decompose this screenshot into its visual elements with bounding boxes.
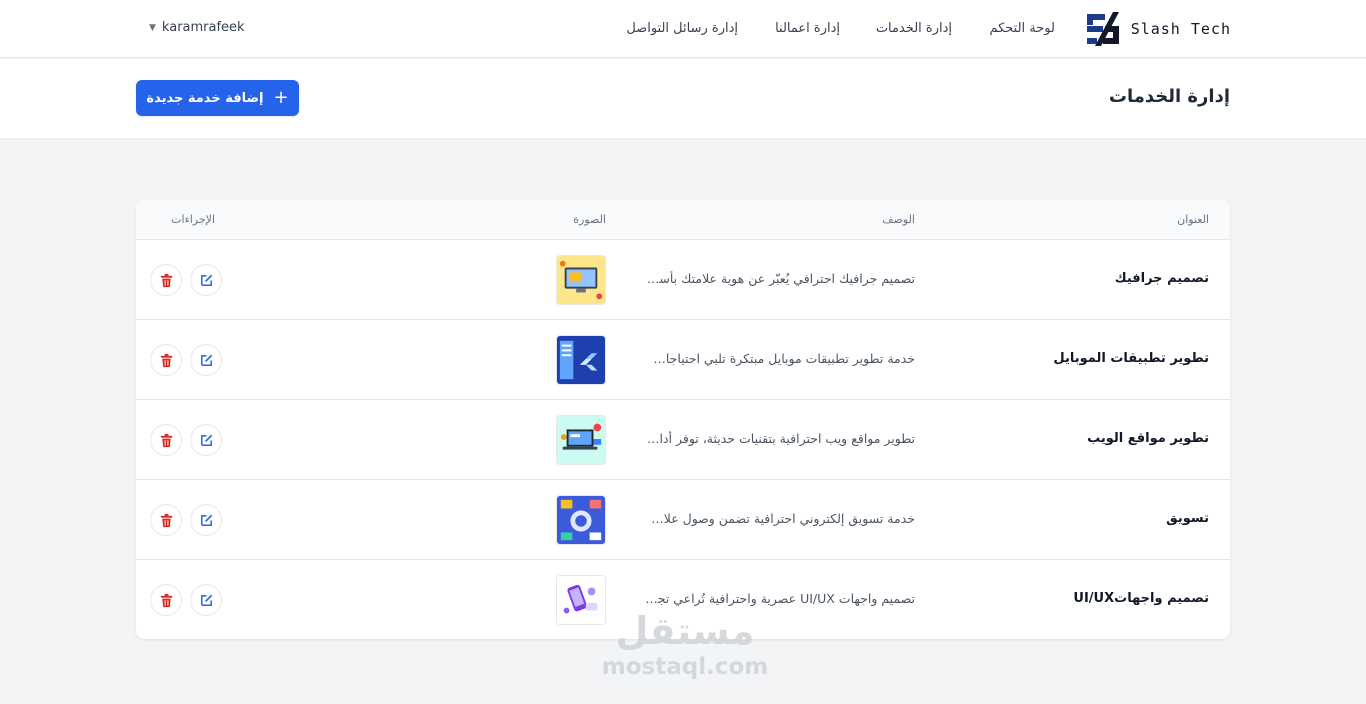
delete-button[interactable] <box>150 264 182 296</box>
trash-icon <box>160 593 172 607</box>
service-description: تصميم واجهات UI/UX عصرية واحترافية تُراع… <box>645 591 915 606</box>
column-description: الوصف <box>882 213 915 226</box>
trash-icon <box>160 513 172 527</box>
ui-ux-thumbnail <box>556 575 606 625</box>
nav-works[interactable]: إدارة اعمالنا <box>775 21 840 36</box>
trash-icon <box>160 353 172 367</box>
table-row: تطوير مواقع الويب تطوير مواقع ويب احتراف… <box>136 400 1230 480</box>
service-title: تطوير تطبيقات الموبايل <box>1053 351 1209 366</box>
service-description: تصميم جرافيك احترافي يُعبّر عن هوية علام… <box>645 271 915 286</box>
service-title: تسويق <box>1166 511 1209 526</box>
delete-button[interactable] <box>150 424 182 456</box>
table-header: العنوان الوصف الصورة الإجراءات <box>136 200 1230 240</box>
edit-icon <box>200 274 212 286</box>
web-development-thumbnail <box>556 415 606 465</box>
nav-dashboard[interactable]: لوحة التحكم <box>989 21 1055 36</box>
edit-icon <box>200 354 212 366</box>
table-row: تصميم جرافيك تصميم جرافيك احترافي يُعبّر… <box>136 240 1230 320</box>
delete-button[interactable] <box>150 504 182 536</box>
edit-button[interactable] <box>190 504 222 536</box>
service-title: تصميم واجهاتUI/UX <box>1073 591 1209 606</box>
watermark: مستقل mostaql.com <box>600 608 770 680</box>
chevron-down-icon: ▼ <box>149 22 156 33</box>
add-service-label: إضافة خدمة جديدة <box>146 90 264 106</box>
service-description: تطوير مواقع ويب احترافية بتقنيات حديثة، … <box>645 431 915 446</box>
watermark-arabic: مستقل <box>615 609 755 653</box>
brand[interactable]: Slash Tech <box>1083 9 1231 49</box>
mobile-apps-thumbnail <box>556 335 606 385</box>
brand-name: Slash Tech <box>1130 20 1231 38</box>
page-header: إدارة الخدمات + إضافة خدمة جديدة <box>0 59 1366 138</box>
user-menu[interactable]: ▼ karamrafeek <box>149 20 245 35</box>
edit-icon <box>200 594 212 606</box>
delete-button[interactable] <box>150 344 182 376</box>
watermark-latin: mostaql.com <box>601 654 769 680</box>
trash-icon <box>160 273 172 287</box>
marketing-thumbnail <box>556 495 606 545</box>
delete-button[interactable] <box>150 584 182 616</box>
column-image: الصورة <box>573 213 606 226</box>
nav-messages[interactable]: إدارة رسائل التواصل <box>626 21 738 36</box>
edit-button[interactable] <box>190 424 222 456</box>
edit-icon <box>200 434 212 446</box>
service-title: تصميم جرافيك <box>1114 271 1209 286</box>
edit-button[interactable] <box>190 584 222 616</box>
table-row: تطوير تطبيقات الموبايل خدمة تطوير تطبيقا… <box>136 320 1230 400</box>
username: karamrafeek <box>161 20 245 35</box>
service-description: خدمة تسويق إلكتروني احترافية تضمن وصول ع… <box>645 511 915 526</box>
add-service-button[interactable]: + إضافة خدمة جديدة <box>136 80 299 116</box>
edit-icon <box>200 514 212 526</box>
plus-icon: + <box>273 87 289 108</box>
service-description: خدمة تطوير تطبيقات موبايل مبتكرة تلبي اح… <box>645 351 915 366</box>
column-title: العنوان <box>1177 213 1209 226</box>
service-title: تطوير مواقع الويب <box>1087 431 1209 446</box>
table-row: تسويق خدمة تسويق إلكتروني احترافية تضمن … <box>136 480 1230 560</box>
graphic-design-thumbnail <box>556 255 606 305</box>
slash-tech-logo-icon <box>1086 12 1119 46</box>
edit-button[interactable] <box>190 344 222 376</box>
top-navbar: Slash Tech لوحة التحكم إدارة الخدمات إدا… <box>0 0 1366 58</box>
column-actions: الإجراءات <box>171 213 215 226</box>
nav-services[interactable]: إدارة الخدمات <box>876 21 952 36</box>
services-table: العنوان الوصف الصورة الإجراءات تصميم جرا… <box>136 200 1230 639</box>
trash-icon <box>160 433 172 447</box>
page-title: إدارة الخدمات <box>1108 86 1230 107</box>
edit-button[interactable] <box>190 264 222 296</box>
